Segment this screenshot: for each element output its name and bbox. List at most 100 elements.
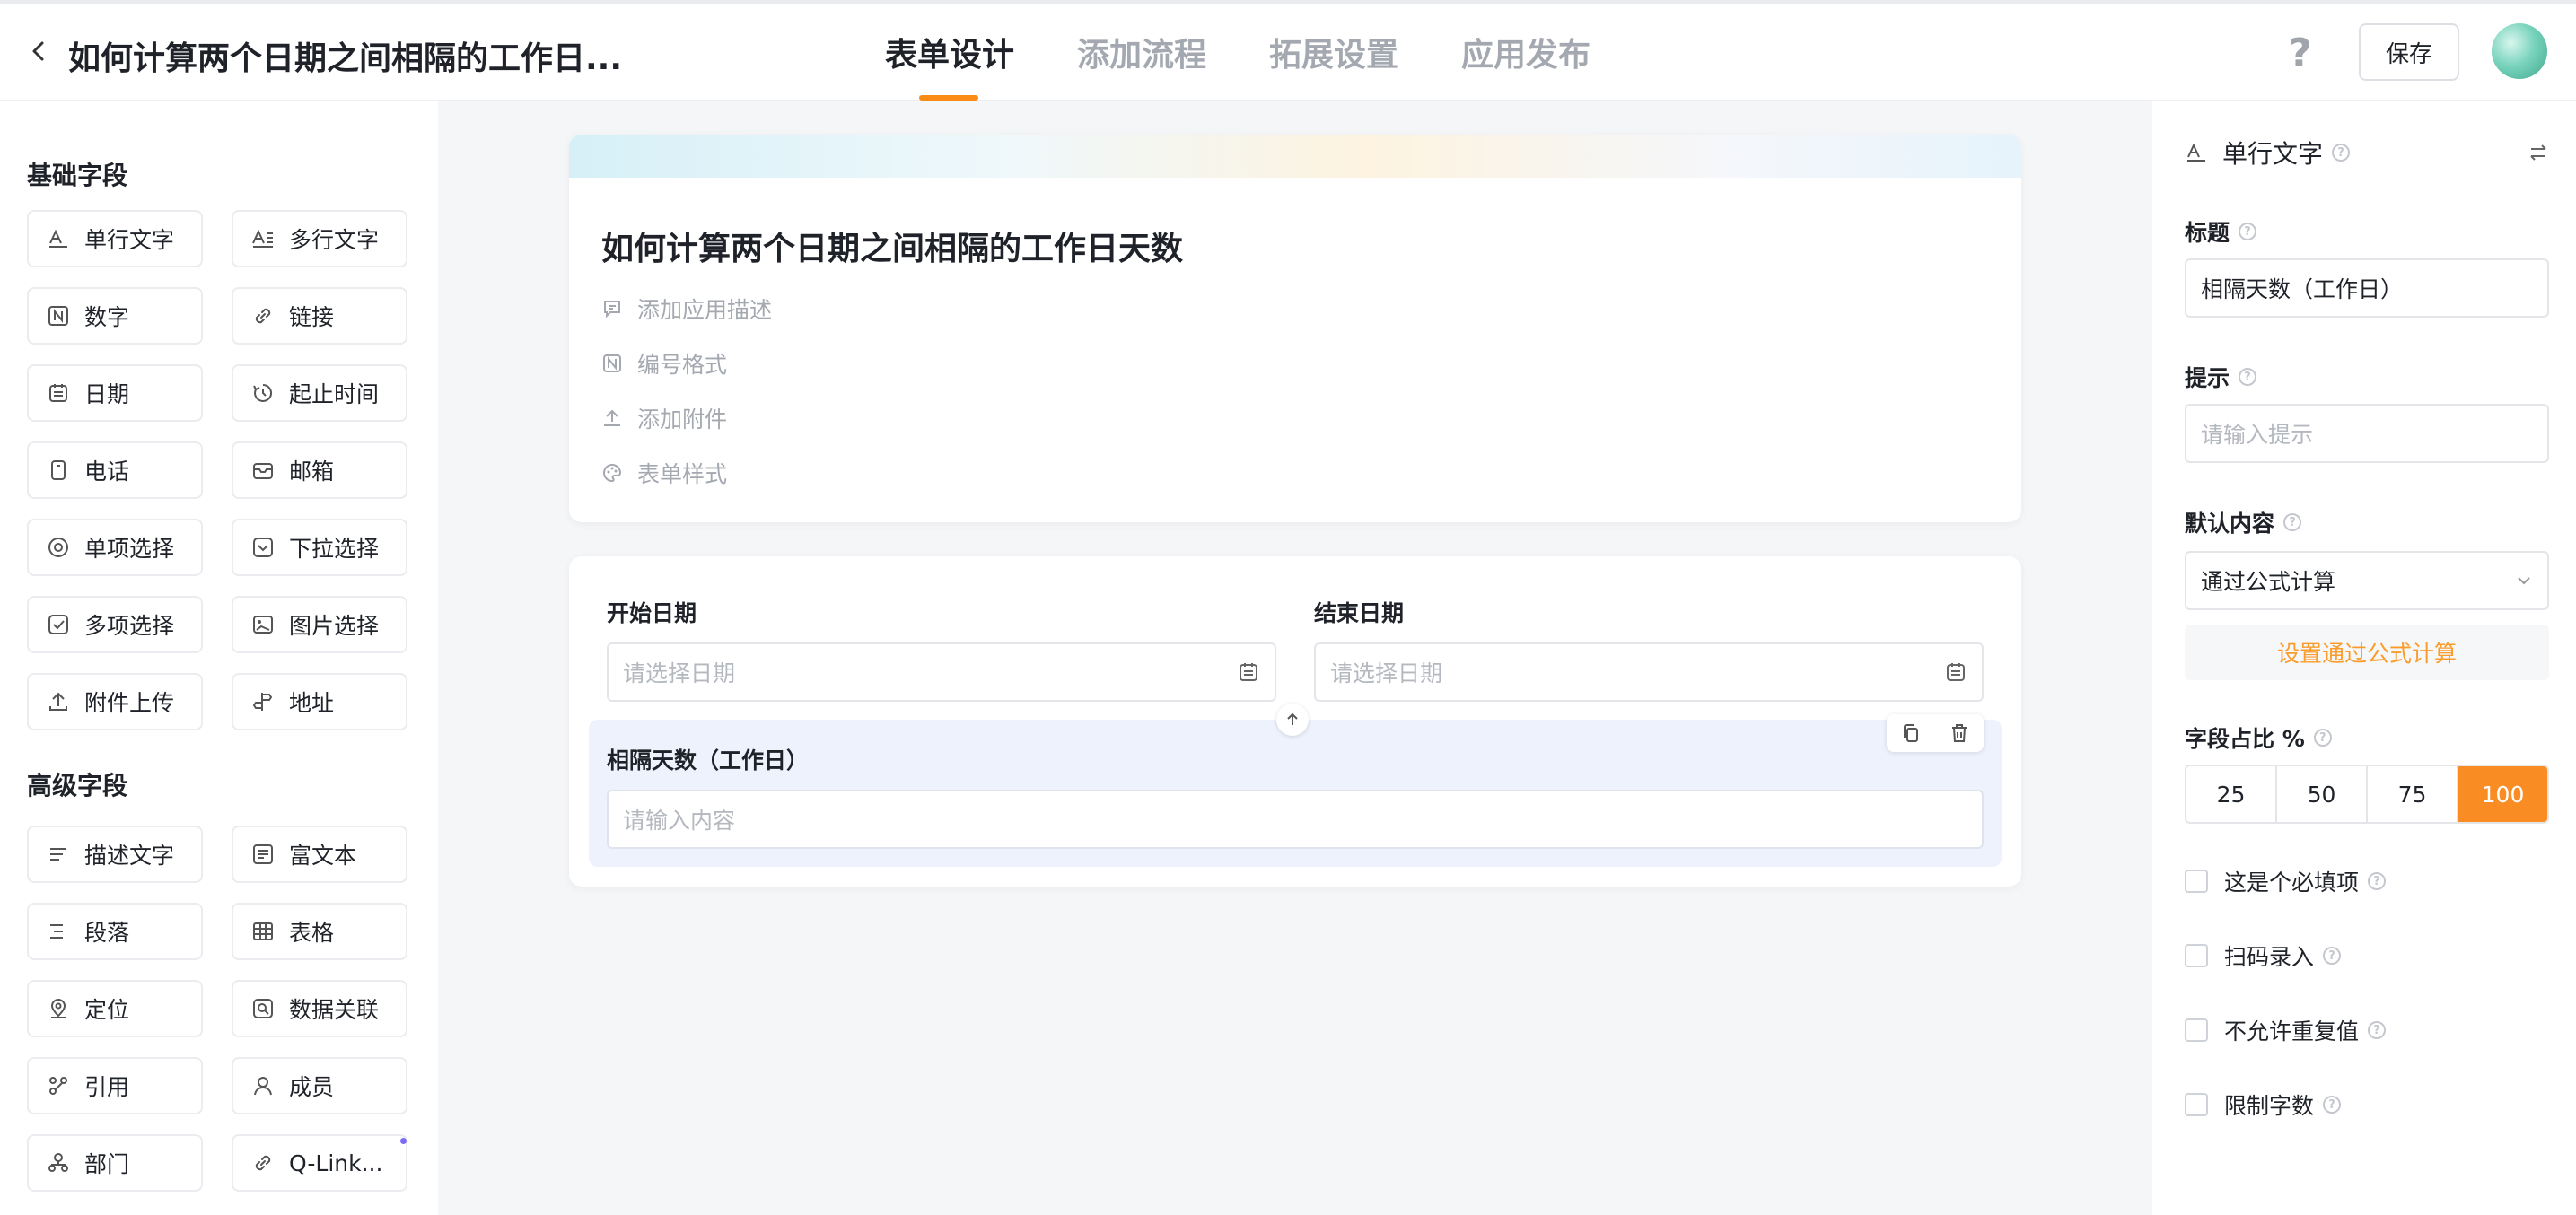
tab-form-design[interactable]: 表单设计	[885, 29, 1014, 101]
new-indicator-dot	[400, 1138, 407, 1144]
field-mail[interactable]: 邮箱	[232, 441, 407, 499]
tab-extend-settings[interactable]: 拓展设置	[1269, 29, 1398, 101]
help-circle-icon[interactable]: ?	[2283, 513, 2302, 531]
help-circle-icon[interactable]: ?	[2332, 144, 2351, 162]
form-title[interactable]: 如何计算两个日期之间相隔的工作日天数	[601, 223, 1183, 269]
field-radio[interactable]: 单项选择	[27, 519, 203, 576]
add-description-link[interactable]: 添加应用描述	[601, 293, 772, 325]
basic-fields-title: 基础字段	[27, 161, 128, 190]
save-button[interactable]: 保存	[2359, 23, 2459, 81]
checkbox-box[interactable]	[2185, 1018, 2208, 1042]
checkbox-box[interactable]	[2185, 1093, 2208, 1116]
field-label: 定位	[84, 997, 130, 1023]
field-paragraph[interactable]: 段落	[27, 903, 203, 960]
number-format-icon	[603, 354, 621, 372]
description-icon	[50, 848, 66, 861]
back-arrow-icon[interactable]	[25, 38, 52, 65]
field-date[interactable]: 日期	[27, 364, 203, 422]
form-style-link[interactable]: 表单样式	[601, 457, 727, 489]
field-link[interactable]: 链接	[232, 287, 407, 345]
start-date-placeholder: 请选择日期	[623, 660, 736, 686]
move-up-button[interactable]	[1276, 704, 1309, 736]
end-date-input[interactable]: 请选择日期	[1314, 642, 1984, 702]
multi-line-text-icon	[252, 229, 273, 248]
field-image-select[interactable]: 图片选择	[232, 596, 407, 653]
field-reference[interactable]: 引用	[27, 1057, 203, 1114]
field-checkbox[interactable]: 多项选择	[27, 596, 203, 653]
field-member[interactable]: 成员	[232, 1057, 407, 1114]
field-rich-text[interactable]: 富文本	[232, 826, 407, 883]
field-type-label: 单行文字	[2222, 139, 2324, 169]
basic-fields-grid: 单行文字 多行文字 数字 链接 日期 起止时间 电话 邮箱 单项选择 下拉选择 …	[27, 210, 407, 730]
single-line-text-icon	[49, 229, 67, 248]
help-icon[interactable]: ?	[2289, 31, 2312, 76]
field-department[interactable]: 部门	[27, 1134, 203, 1192]
limit-length-checkbox[interactable]: 限制字数 ?	[2185, 1088, 2342, 1121]
field-dropdown[interactable]: 下拉选择	[232, 519, 407, 576]
field-data-link[interactable]: 数据关联	[232, 980, 407, 1037]
field-table[interactable]: 表格	[232, 903, 407, 960]
properties-panel: 单行文字 ? 标题 ? 相隔天数（工作日） 提示 ? 请输入提示 默认内容 ? …	[2152, 101, 2576, 1215]
field-multi-line-text[interactable]: 多行文字	[232, 210, 407, 267]
tab-add-flow[interactable]: 添加流程	[1077, 29, 1206, 101]
help-circle-icon[interactable]: ?	[2368, 872, 2387, 890]
field-label: 单项选择	[84, 536, 175, 562]
days-field-label: 相隔天数（工作日）	[607, 747, 810, 774]
title-prop-input[interactable]: 相隔天数（工作日）	[2185, 258, 2549, 318]
field-time-range[interactable]: 起止时间	[232, 364, 407, 422]
delete-icon[interactable]	[1949, 722, 1970, 744]
ratio-option-75[interactable]: 75	[2368, 766, 2458, 822]
switch-type-icon[interactable]	[2526, 140, 2551, 165]
calendar-icon[interactable]	[1237, 660, 1260, 684]
field-description[interactable]: 描述文字	[27, 826, 203, 883]
help-circle-icon[interactable]: ?	[2239, 368, 2257, 386]
title-prop-value: 相隔天数（工作日）	[2201, 276, 2404, 302]
set-formula-button[interactable]: 设置通过公式计算	[2185, 625, 2549, 680]
help-circle-icon[interactable]: ?	[2368, 1021, 2387, 1039]
upload-icon	[604, 409, 620, 426]
field-phone[interactable]: 电话	[27, 441, 203, 499]
selected-field-days[interactable]: 相隔天数（工作日） 请输入内容	[589, 714, 2002, 867]
end-date-label: 结束日期	[1314, 600, 1405, 626]
advanced-fields-title: 高级字段	[27, 771, 128, 800]
field-number[interactable]: 数字	[27, 287, 203, 345]
ratio-segmented-control: 25 50 75 100	[2185, 765, 2549, 824]
department-icon	[48, 1153, 68, 1172]
field-label: 描述文字	[84, 843, 175, 869]
help-circle-icon[interactable]: ?	[2323, 1096, 2342, 1114]
no-duplicate-checkbox[interactable]: 不允许重复值 ?	[2185, 1014, 2387, 1046]
copy-icon[interactable]	[1900, 722, 1922, 744]
add-attachment-link[interactable]: 添加附件	[601, 402, 727, 434]
checkbox-box[interactable]	[2185, 870, 2208, 893]
address-icon	[252, 693, 273, 711]
days-field-input[interactable]: 请输入内容	[607, 790, 1984, 849]
help-circle-icon[interactable]: ?	[2313, 729, 2332, 747]
field-label: 表格	[289, 920, 335, 946]
ratio-option-25[interactable]: 25	[2186, 766, 2277, 822]
reference-icon	[49, 1077, 67, 1095]
calendar-icon	[49, 384, 67, 402]
checkbox-box[interactable]	[2185, 944, 2208, 967]
field-address[interactable]: 地址	[232, 673, 407, 730]
hint-prop-input[interactable]: 请输入提示	[2185, 404, 2549, 463]
help-circle-icon[interactable]: ?	[2239, 223, 2257, 240]
checkbox-label: 不允许重复值	[2224, 1018, 2360, 1045]
avatar[interactable]	[2492, 23, 2547, 79]
start-date-input[interactable]: 请选择日期	[607, 642, 1276, 702]
tab-publish[interactable]: 应用发布	[1461, 29, 1590, 101]
ratio-option-50[interactable]: 50	[2277, 766, 2368, 822]
required-checkbox[interactable]: 这是个必填项 ?	[2185, 865, 2387, 897]
default-prop-select[interactable]: 通过公式计算	[2185, 551, 2549, 610]
help-circle-icon[interactable]: ?	[2323, 947, 2342, 965]
field-upload[interactable]: 附件上传	[27, 673, 203, 730]
field-q-link[interactable]: Q-Link...	[232, 1134, 407, 1192]
single-line-text-icon	[2187, 143, 2205, 162]
field-label: 地址	[289, 690, 335, 716]
calendar-icon[interactable]	[1944, 660, 1967, 684]
ratio-option-100[interactable]: 100	[2458, 766, 2547, 822]
field-location[interactable]: 定位	[27, 980, 203, 1037]
scan-input-checkbox[interactable]: 扫码录入 ?	[2185, 940, 2342, 972]
field-single-line-text[interactable]: 单行文字	[27, 210, 203, 267]
number-format-link[interactable]: 编号格式	[601, 347, 727, 380]
time-range-icon	[253, 383, 273, 402]
